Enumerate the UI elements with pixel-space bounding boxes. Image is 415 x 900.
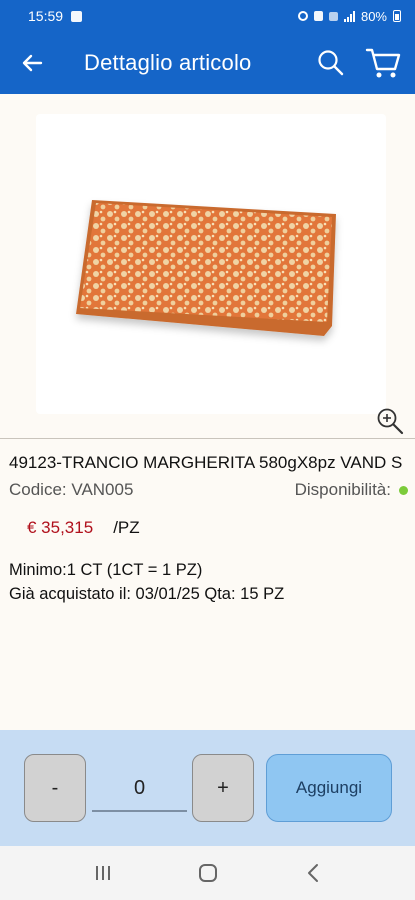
price-unit: /PZ xyxy=(113,518,140,537)
home-button[interactable] xyxy=(188,853,228,893)
availability-label: Disponibilità: xyxy=(294,480,391,499)
home-icon xyxy=(198,864,217,882)
product-image[interactable] xyxy=(36,114,386,414)
status-bar: 15:59 80% xyxy=(0,0,415,32)
alarm-icon xyxy=(297,11,308,21)
page-title: Dettaglio articolo xyxy=(84,50,252,75)
cart-button[interactable] xyxy=(357,32,409,94)
status-time: 15:59 xyxy=(28,8,64,24)
zoom-button[interactable] xyxy=(375,406,405,436)
recent-apps-icon xyxy=(95,866,110,880)
product-details: 49123-TRANCIO MARGHERITA 580gX8pz VAND S… xyxy=(9,452,409,606)
search-icon xyxy=(318,50,344,76)
product-name: 49123-TRANCIO MARGHERITA 580gX8pz VAND S xyxy=(9,453,403,472)
divider xyxy=(0,438,415,439)
add-to-cart-button[interactable]: Aggiungi xyxy=(266,754,392,822)
wifi-calling-icon xyxy=(328,11,338,21)
gallery-notification-icon xyxy=(71,10,83,22)
cart-icon xyxy=(365,48,401,78)
back-button[interactable] xyxy=(0,32,64,94)
recent-apps-button[interactable] xyxy=(83,853,123,893)
arrow-left-icon xyxy=(22,54,43,72)
order-panel: - + Aggiungi xyxy=(0,730,415,846)
system-nav-bar xyxy=(0,846,415,900)
availability-indicator xyxy=(399,485,408,495)
mute-icon xyxy=(313,11,323,21)
product-code: Codice: VAN005 xyxy=(9,480,134,499)
product-image-area xyxy=(0,94,415,438)
signal-icon xyxy=(343,10,355,22)
app-bar: Dettaglio articolo xyxy=(0,32,415,94)
battery-icon xyxy=(393,10,401,22)
minimum-order: Minimo:1 CT (1CT = 1 PZ) xyxy=(9,561,203,579)
pizza-image xyxy=(76,200,336,336)
quantity-input[interactable] xyxy=(92,766,187,812)
back-nav-button[interactable] xyxy=(293,853,333,893)
chevron-left-icon xyxy=(307,864,318,882)
decrease-quantity-button[interactable]: - xyxy=(24,754,86,822)
last-purchase: Già acquistato il: 03/01/25 Qta: 15 PZ xyxy=(9,585,285,603)
zoom-in-icon xyxy=(377,408,404,435)
increase-quantity-button[interactable]: + xyxy=(192,754,254,822)
product-price: € 35,315 xyxy=(27,518,94,537)
search-button[interactable] xyxy=(305,32,357,94)
battery-percent: 80% xyxy=(360,8,387,24)
